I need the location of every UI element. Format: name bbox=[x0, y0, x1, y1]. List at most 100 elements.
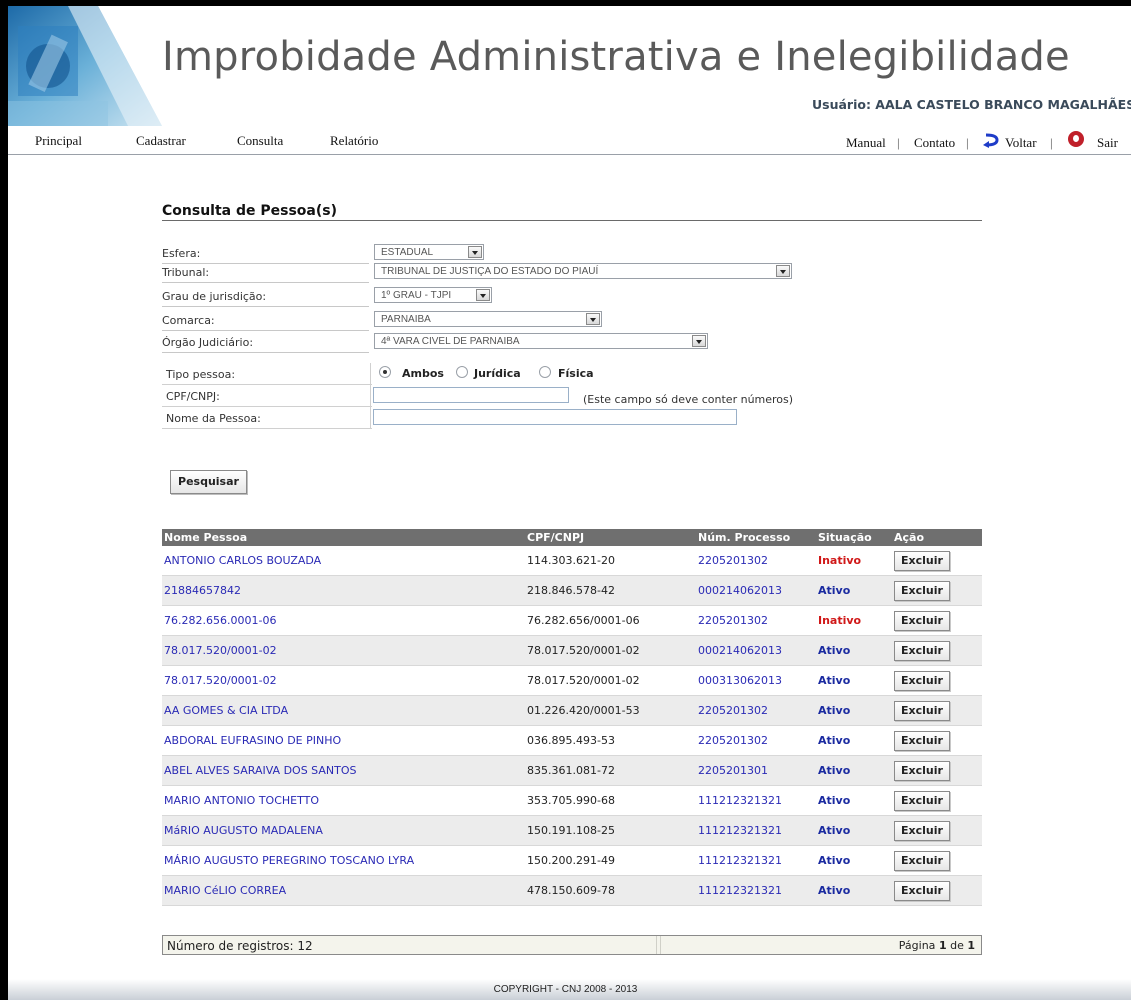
processo-link[interactable]: 2205201301 bbox=[696, 755, 816, 786]
cpf-cell: 78.017.520/0001-02 bbox=[525, 665, 696, 696]
person-name-link[interactable]: 21884657842 bbox=[162, 575, 525, 606]
processo-link[interactable]: 2205201302 bbox=[696, 605, 816, 636]
sair-link[interactable]: Sair bbox=[1097, 135, 1118, 151]
col-header-situacao[interactable]: Situação bbox=[816, 529, 892, 546]
person-name-link[interactable]: MARIO ANTONIO TOCHETTO bbox=[162, 785, 525, 816]
processo-link[interactable]: 2205201302 bbox=[696, 725, 816, 756]
processo-link[interactable]: 000214062013 bbox=[696, 635, 816, 666]
nome-input[interactable] bbox=[373, 409, 737, 425]
menu-separator: | bbox=[1050, 135, 1053, 150]
status-cell: Ativo bbox=[816, 635, 892, 666]
excluir-button[interactable]: Excluir bbox=[894, 580, 950, 601]
processo-link[interactable]: 111212321321 bbox=[696, 875, 816, 906]
col-header-processo[interactable]: Núm. Processo bbox=[696, 529, 816, 546]
menu-relatorio[interactable]: Relatório bbox=[330, 133, 378, 149]
excluir-button[interactable]: Excluir bbox=[894, 700, 950, 721]
tribunal-select[interactable]: TRIBUNAL DE JUSTIÇA DO ESTADO DO PIAUÍ bbox=[374, 263, 792, 279]
chevron-down-icon[interactable] bbox=[586, 313, 600, 325]
excluir-button[interactable]: Excluir bbox=[894, 640, 950, 661]
radio-juridica[interactable] bbox=[456, 366, 468, 378]
page-title: Consulta de Pessoa(s) bbox=[162, 203, 337, 219]
person-name-link[interactable]: ABDORAL EUFRASINO DE PINHO bbox=[162, 725, 525, 756]
person-name-link[interactable]: ANTONIO CARLOS BOUZADA bbox=[162, 546, 525, 576]
window-top-border bbox=[0, 0, 1131, 6]
person-name-link[interactable]: MÁRIO AUGUSTO PEREGRINO TOSCANO LYRA bbox=[162, 845, 525, 876]
table-row: MÁRIO AUGUSTO PEREGRINO TOSCANO LYRA 150… bbox=[162, 845, 982, 876]
chevron-down-icon[interactable] bbox=[476, 289, 490, 301]
person-name-link[interactable]: MáRIO AUGUSTO MADALENA bbox=[162, 815, 525, 846]
orgao-select[interactable]: 4ª VARA CIVEL DE PARNAIBA bbox=[374, 333, 708, 349]
action-cell: Excluir bbox=[892, 725, 982, 756]
results-table: Nome Pessoa CPF/CNPJ Núm. Processo Situa… bbox=[162, 529, 982, 906]
table-row: 78.017.520/0001-02 78.017.520/0001-02 00… bbox=[162, 665, 982, 696]
voltar-link[interactable]: Voltar bbox=[1005, 135, 1037, 151]
manual-link[interactable]: Manual bbox=[846, 135, 886, 151]
tribunal-row: Tribunal: TRIBUNAL DE JUSTIÇA DO ESTADO … bbox=[162, 263, 792, 283]
person-name-link[interactable]: 78.017.520/0001-02 bbox=[162, 665, 525, 696]
radio-ambos[interactable] bbox=[379, 366, 391, 378]
status-cell: Ativo bbox=[816, 815, 892, 846]
esfera-row: Esfera: ESTADUAL bbox=[162, 244, 722, 264]
person-name-link[interactable]: MARIO CéLIO CORREA bbox=[162, 875, 525, 906]
back-arrow-icon[interactable] bbox=[983, 132, 1001, 152]
processo-link[interactable]: 2205201302 bbox=[696, 546, 816, 576]
pesquisar-button[interactable]: Pesquisar bbox=[170, 470, 247, 494]
excluir-button[interactable]: Excluir bbox=[894, 610, 950, 631]
excluir-button[interactable]: Excluir bbox=[894, 790, 950, 811]
site-logo bbox=[8, 6, 162, 126]
cpf-cell: 218.846.578-42 bbox=[525, 575, 696, 606]
record-count: Número de registros: 12 bbox=[167, 939, 313, 953]
cpf-cell: 01.226.420/0001-53 bbox=[525, 695, 696, 726]
processo-link[interactable]: 000214062013 bbox=[696, 575, 816, 606]
processo-link[interactable]: 111212321321 bbox=[696, 815, 816, 846]
comarca-select[interactable]: PARNAIBA bbox=[374, 311, 602, 327]
person-name-link[interactable]: 78.017.520/0001-02 bbox=[162, 635, 525, 666]
cpf-cell: 150.200.291-49 bbox=[525, 845, 696, 876]
action-cell: Excluir bbox=[892, 785, 982, 816]
person-name-link[interactable]: 76.282.656.0001-06 bbox=[162, 605, 525, 636]
tribunal-selected-value: TRIBUNAL DE JUSTIÇA DO ESTADO DO PIAUÍ bbox=[381, 266, 599, 277]
processo-link[interactable]: 111212321321 bbox=[696, 845, 816, 876]
col-header-cpf[interactable]: CPF/CNPJ bbox=[525, 529, 696, 546]
excluir-button[interactable]: Excluir bbox=[894, 550, 950, 571]
radio-ambos-label[interactable]: Ambos bbox=[402, 367, 444, 380]
contato-link[interactable]: Contato bbox=[914, 135, 955, 151]
excluir-button[interactable]: Excluir bbox=[894, 670, 950, 691]
col-header-nome[interactable]: Nome Pessoa bbox=[162, 529, 525, 546]
nome-label: Nome da Pessoa: bbox=[166, 412, 261, 425]
chevron-down-icon[interactable] bbox=[692, 335, 706, 347]
excluir-button[interactable]: Excluir bbox=[894, 760, 950, 781]
person-name-link[interactable]: ABEL ALVES SARAIVA DOS SANTOS bbox=[162, 755, 525, 786]
esfera-select[interactable]: ESTADUAL bbox=[374, 244, 484, 260]
excluir-button[interactable]: Excluir bbox=[894, 880, 950, 901]
processo-link[interactable]: 000313062013 bbox=[696, 665, 816, 696]
processo-link[interactable]: 111212321321 bbox=[696, 785, 816, 816]
page-current: 1 bbox=[938, 939, 947, 952]
cpf-cell: 478.150.609-78 bbox=[525, 875, 696, 906]
page-indicator: Página 1 de 1 bbox=[899, 939, 975, 952]
radio-fisica-label[interactable]: Física bbox=[558, 367, 594, 380]
table-row: MARIO ANTONIO TOCHETTO 353.705.990-68 11… bbox=[162, 785, 982, 816]
chevron-down-icon[interactable] bbox=[776, 265, 790, 277]
cpf-cell: 150.191.108-25 bbox=[525, 815, 696, 846]
status-cell: Ativo bbox=[816, 785, 892, 816]
esfera-selected-value: ESTADUAL bbox=[381, 247, 434, 258]
menu-consulta[interactable]: Consulta bbox=[237, 133, 283, 149]
excluir-button[interactable]: Excluir bbox=[894, 820, 950, 841]
grau-select[interactable]: 1º GRAU - TJPI bbox=[374, 287, 492, 303]
person-name-link[interactable]: AA GOMES & CIA LTDA bbox=[162, 695, 525, 726]
table-row: 78.017.520/0001-02 78.017.520/0001-02 00… bbox=[162, 635, 982, 666]
menu-principal[interactable]: Principal bbox=[35, 133, 82, 149]
menu-cadastrar[interactable]: Cadastrar bbox=[136, 133, 186, 149]
table-row: MARIO CéLIO CORREA 478.150.609-78 111212… bbox=[162, 875, 982, 906]
radio-fisica[interactable] bbox=[539, 366, 551, 378]
excluir-button[interactable]: Excluir bbox=[894, 730, 950, 751]
comarca-selected-value: PARNAIBA bbox=[381, 314, 431, 325]
status-cell: Ativo bbox=[816, 665, 892, 696]
processo-link[interactable]: 2205201302 bbox=[696, 695, 816, 726]
cpf-input[interactable] bbox=[373, 387, 569, 403]
chevron-down-icon[interactable] bbox=[468, 246, 482, 258]
power-off-icon[interactable] bbox=[1068, 131, 1084, 147]
excluir-button[interactable]: Excluir bbox=[894, 850, 950, 871]
radio-juridica-label[interactable]: Jurídica bbox=[474, 367, 521, 380]
